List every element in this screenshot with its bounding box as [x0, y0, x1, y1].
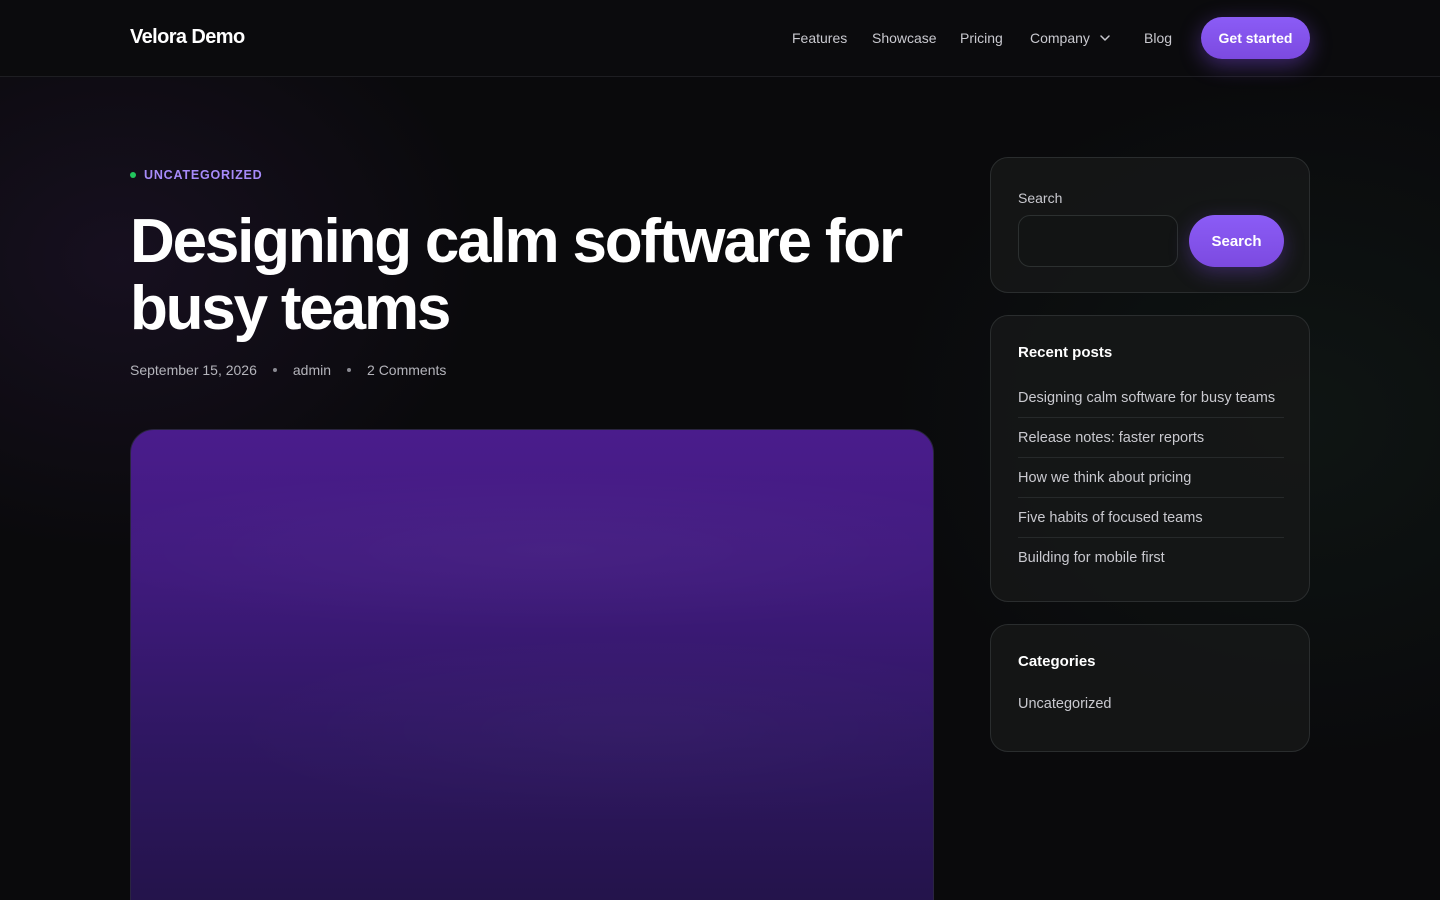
nav-company[interactable]: Company [1030, 30, 1090, 46]
featured-image-texture [131, 430, 933, 900]
recent-post-link[interactable]: Designing calm software for busy teams [1018, 378, 1284, 418]
search-label: Search [1018, 190, 1063, 206]
search-widget: Search Search [990, 157, 1310, 293]
meta-separator [347, 368, 352, 372]
nav-blog[interactable]: Blog [1144, 30, 1172, 46]
post-comments[interactable]: 2 Comments [367, 362, 446, 378]
meta-separator [272, 368, 277, 372]
recent-posts-title: Recent posts [1018, 344, 1113, 361]
nav-showcase[interactable]: Showcase [872, 30, 937, 46]
recent-post-link[interactable]: Building for mobile first [1018, 538, 1284, 578]
nav-features[interactable]: Features [792, 30, 847, 46]
recent-post-link[interactable]: Five habits of focused teams [1018, 498, 1284, 538]
category-dot-icon [130, 172, 136, 178]
post-category[interactable]: UNCATEGORIZED [130, 168, 263, 182]
post-date[interactable]: September 15, 2026 [130, 362, 257, 378]
category-label[interactable]: UNCATEGORIZED [144, 168, 263, 182]
featured-image [130, 429, 934, 900]
search-button[interactable]: Search [1189, 215, 1284, 267]
get-started-button[interactable]: Get started [1201, 17, 1310, 59]
recent-posts-list: Designing calm software for busy teams R… [1018, 378, 1284, 578]
recent-post-link[interactable]: Release notes: faster reports [1018, 418, 1284, 458]
categories-title: Categories [1018, 653, 1096, 670]
recent-posts-widget: Recent posts Designing calm software for… [990, 315, 1310, 602]
recent-post-link[interactable]: How we think about pricing [1018, 458, 1284, 498]
categories-widget: Categories Uncategorized [990, 624, 1310, 752]
nav-pricing[interactable]: Pricing [960, 30, 1003, 46]
site-logo[interactable]: Velora Demo [130, 26, 245, 49]
post-meta: September 15, 2026 admin 2 Comments [130, 362, 446, 378]
post-title: Designing calm software for busy teams [130, 207, 903, 343]
category-link[interactable]: Uncategorized [1018, 696, 1112, 712]
search-input[interactable] [1018, 215, 1178, 267]
chevron-down-icon[interactable] [1098, 31, 1112, 45]
post-author[interactable]: admin [293, 362, 331, 378]
site-header: Velora Demo Features Showcase Pricing Co… [0, 0, 1440, 77]
